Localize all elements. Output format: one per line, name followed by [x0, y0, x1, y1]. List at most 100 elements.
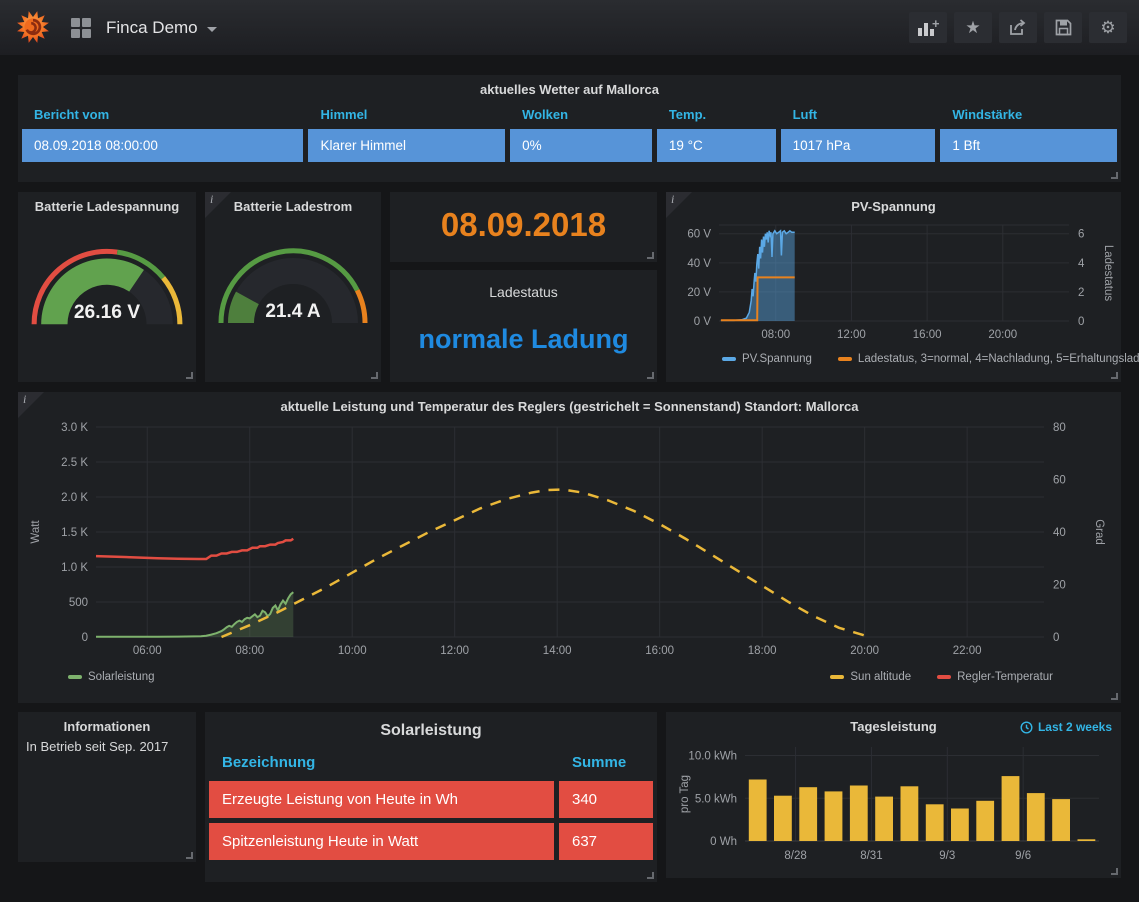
y-tick-label: 1.0 K [61, 562, 88, 574]
weather-column-header[interactable]: Bericht vom [22, 107, 303, 122]
panel-title[interactable]: PV-Spannung [666, 192, 1121, 217]
legend-item[interactable]: Regler-Temperatur [937, 671, 1053, 683]
weather-column-header[interactable]: Windstärke [940, 107, 1117, 122]
add-panel-button[interactable]: + [909, 12, 947, 43]
gauge-svg: 21.4 A [213, 221, 373, 339]
chevron-down-icon [207, 27, 217, 32]
y-tick-label: 60 V [687, 229, 711, 241]
solar-table-row: Erzeugte Leistung von Heute in Wh340 [205, 781, 657, 818]
ladestatus-label: Ladestatus [390, 284, 657, 300]
info-icon[interactable]: i [18, 392, 44, 418]
bar-9/3 [951, 809, 969, 842]
panel-main-chart: i aktuelle Leistung und Temperatur des R… [18, 392, 1121, 703]
solar-row-desc: Spitzenleistung Heute in Watt [209, 823, 554, 860]
column-header[interactable]: Summe [559, 754, 653, 771]
weather-column-header[interactable]: Wolken [510, 107, 652, 122]
y-tick-label-right: 6 [1078, 229, 1084, 241]
x-tick-label: 12:00 [837, 329, 866, 341]
panel-title[interactable]: Batterie Ladespannung [18, 192, 196, 217]
y-tick-label-right: 40 [1053, 527, 1066, 539]
panel-title[interactable]: Solarleistung [205, 712, 657, 748]
weather-cell: 08.09.2018 08:00:00 [22, 129, 303, 162]
panel-title[interactable]: aktuelle Leistung und Temperatur des Reg… [18, 392, 1121, 417]
bar-9/4 [976, 801, 994, 841]
pv-chart-svg[interactable]: 08:0012:0016:0020:000 V20 V40 V60 V0246L… [672, 217, 1115, 351]
x-tick-label: 9/6 [1015, 850, 1031, 862]
resize-handle[interactable] [186, 852, 193, 859]
current-date: 08.09.2018 [390, 206, 657, 244]
tagesleistung-chart[interactable]: 8/288/319/39/60 Wh5.0 kWh10.0 kWhpro Tag [666, 737, 1121, 869]
gauge-svg: 26.16 V [26, 221, 188, 340]
weather-cell: 1017 hPa [781, 129, 936, 162]
resize-handle[interactable] [647, 872, 654, 879]
panel-title[interactable]: Batterie Ladestrom [205, 192, 381, 217]
info-icon[interactable]: i [666, 192, 692, 218]
time-range-label: Last 2 weeks [1038, 720, 1112, 734]
resize-handle[interactable] [1111, 172, 1118, 179]
resize-handle[interactable] [371, 372, 378, 379]
main-chart[interactable]: 06:0008:0010:0012:0014:0016:0018:0020:00… [18, 417, 1121, 669]
bar-9/5 [1002, 776, 1020, 841]
series-line [222, 490, 868, 638]
legend-item[interactable]: Ladestatus, 3=normal, 4=Nachladung, 5=Er… [838, 353, 1139, 365]
y-tick-label: 40 V [687, 258, 711, 270]
time-range-picker[interactable]: Last 2 weeks [1020, 720, 1112, 734]
weather-column-header[interactable]: Temp. [657, 107, 776, 122]
x-tick-label: 8/31 [860, 850, 882, 862]
bar-9/1 [901, 786, 919, 841]
settings-button[interactable]: ⚙ [1089, 12, 1127, 43]
share-button[interactable] [999, 12, 1037, 43]
y-tick-label: 0 V [694, 316, 712, 328]
panel-pv-spannung: i PV-Spannung 08:0012:0016:0020:000 V20 … [666, 192, 1121, 382]
panel-date: 08.09.2018 [390, 192, 657, 262]
star-button[interactable]: ★ [954, 12, 992, 43]
column-header[interactable]: Bezeichnung [209, 754, 554, 771]
y-tick-label-right: 60 [1053, 475, 1066, 487]
solar-table-row: Spitzenleistung Heute in Watt637 [205, 823, 657, 860]
y-tick-label-right: 0 [1078, 316, 1084, 328]
pv-spannung-chart[interactable]: 08:0012:0016:0020:000 V20 V40 V60 V0246L… [666, 217, 1121, 351]
legend-color-swatch [830, 675, 844, 679]
dashboard: Finca Demo + ★ [0, 0, 1139, 902]
resize-handle[interactable] [1111, 372, 1118, 379]
y-tick-label: 0 [82, 632, 88, 644]
daily-chart-svg[interactable]: 8/288/319/39/60 Wh5.0 kWh10.0 kWhpro Tag [672, 737, 1115, 869]
weather-column-header[interactable]: Luft [781, 107, 936, 122]
weather-column-header[interactable]: Himmel [308, 107, 505, 122]
dashboard-grid-icon[interactable] [66, 13, 96, 43]
legend-item[interactable]: Solarleistung [68, 671, 154, 683]
panel-informationen: Informationen In Betrieb seit Sep. 2017 [18, 712, 196, 862]
bar-8/28 [799, 787, 817, 841]
save-button[interactable] [1044, 12, 1082, 43]
grafana-logo-icon[interactable] [16, 10, 52, 46]
x-tick-label: 14:00 [543, 645, 572, 657]
main-chart-svg[interactable]: 06:0008:0010:0012:0014:0016:0018:0020:00… [26, 417, 1113, 669]
bar-8/31 [875, 797, 893, 841]
x-tick-label: 20:00 [988, 329, 1017, 341]
solar-table-rows: Erzeugte Leistung von Heute in Wh340 Spit… [205, 781, 657, 860]
legend-item[interactable]: Sun altitude [830, 671, 911, 683]
resize-handle[interactable] [647, 252, 654, 259]
resize-handle[interactable] [1111, 693, 1118, 700]
legend-item[interactable]: PV.Spannung [722, 353, 812, 365]
bar-8/30 [850, 786, 868, 842]
legend-color-swatch [68, 675, 82, 679]
y-tick-label: 5.0 kWh [695, 793, 737, 805]
panel-title[interactable]: aktuelles Wetter auf Mallorca [18, 75, 1121, 100]
weather-cell: Klarer Himmel [308, 129, 505, 162]
resize-handle[interactable] [1111, 868, 1118, 875]
weather-cell: 19 °C [657, 129, 776, 162]
resize-handle[interactable] [647, 372, 654, 379]
panel-title[interactable]: Informationen [18, 712, 196, 737]
dashboard-title-dropdown[interactable]: Finca Demo [106, 18, 217, 38]
y-tick-label-right: 4 [1078, 258, 1085, 270]
main-legend-right: Sun altitude Regler-Temperatur [830, 671, 1079, 683]
gauge-threshold-segment [357, 290, 365, 323]
svg-text:+: + [932, 19, 939, 31]
y-tick-label-right: 2 [1078, 287, 1084, 299]
legend-color-swatch [722, 357, 736, 361]
navbar: Finca Demo + ★ [0, 0, 1139, 55]
gauge-ladespannung: 26.16 V [18, 217, 196, 349]
resize-handle[interactable] [186, 372, 193, 379]
info-icon[interactable]: i [205, 192, 231, 218]
